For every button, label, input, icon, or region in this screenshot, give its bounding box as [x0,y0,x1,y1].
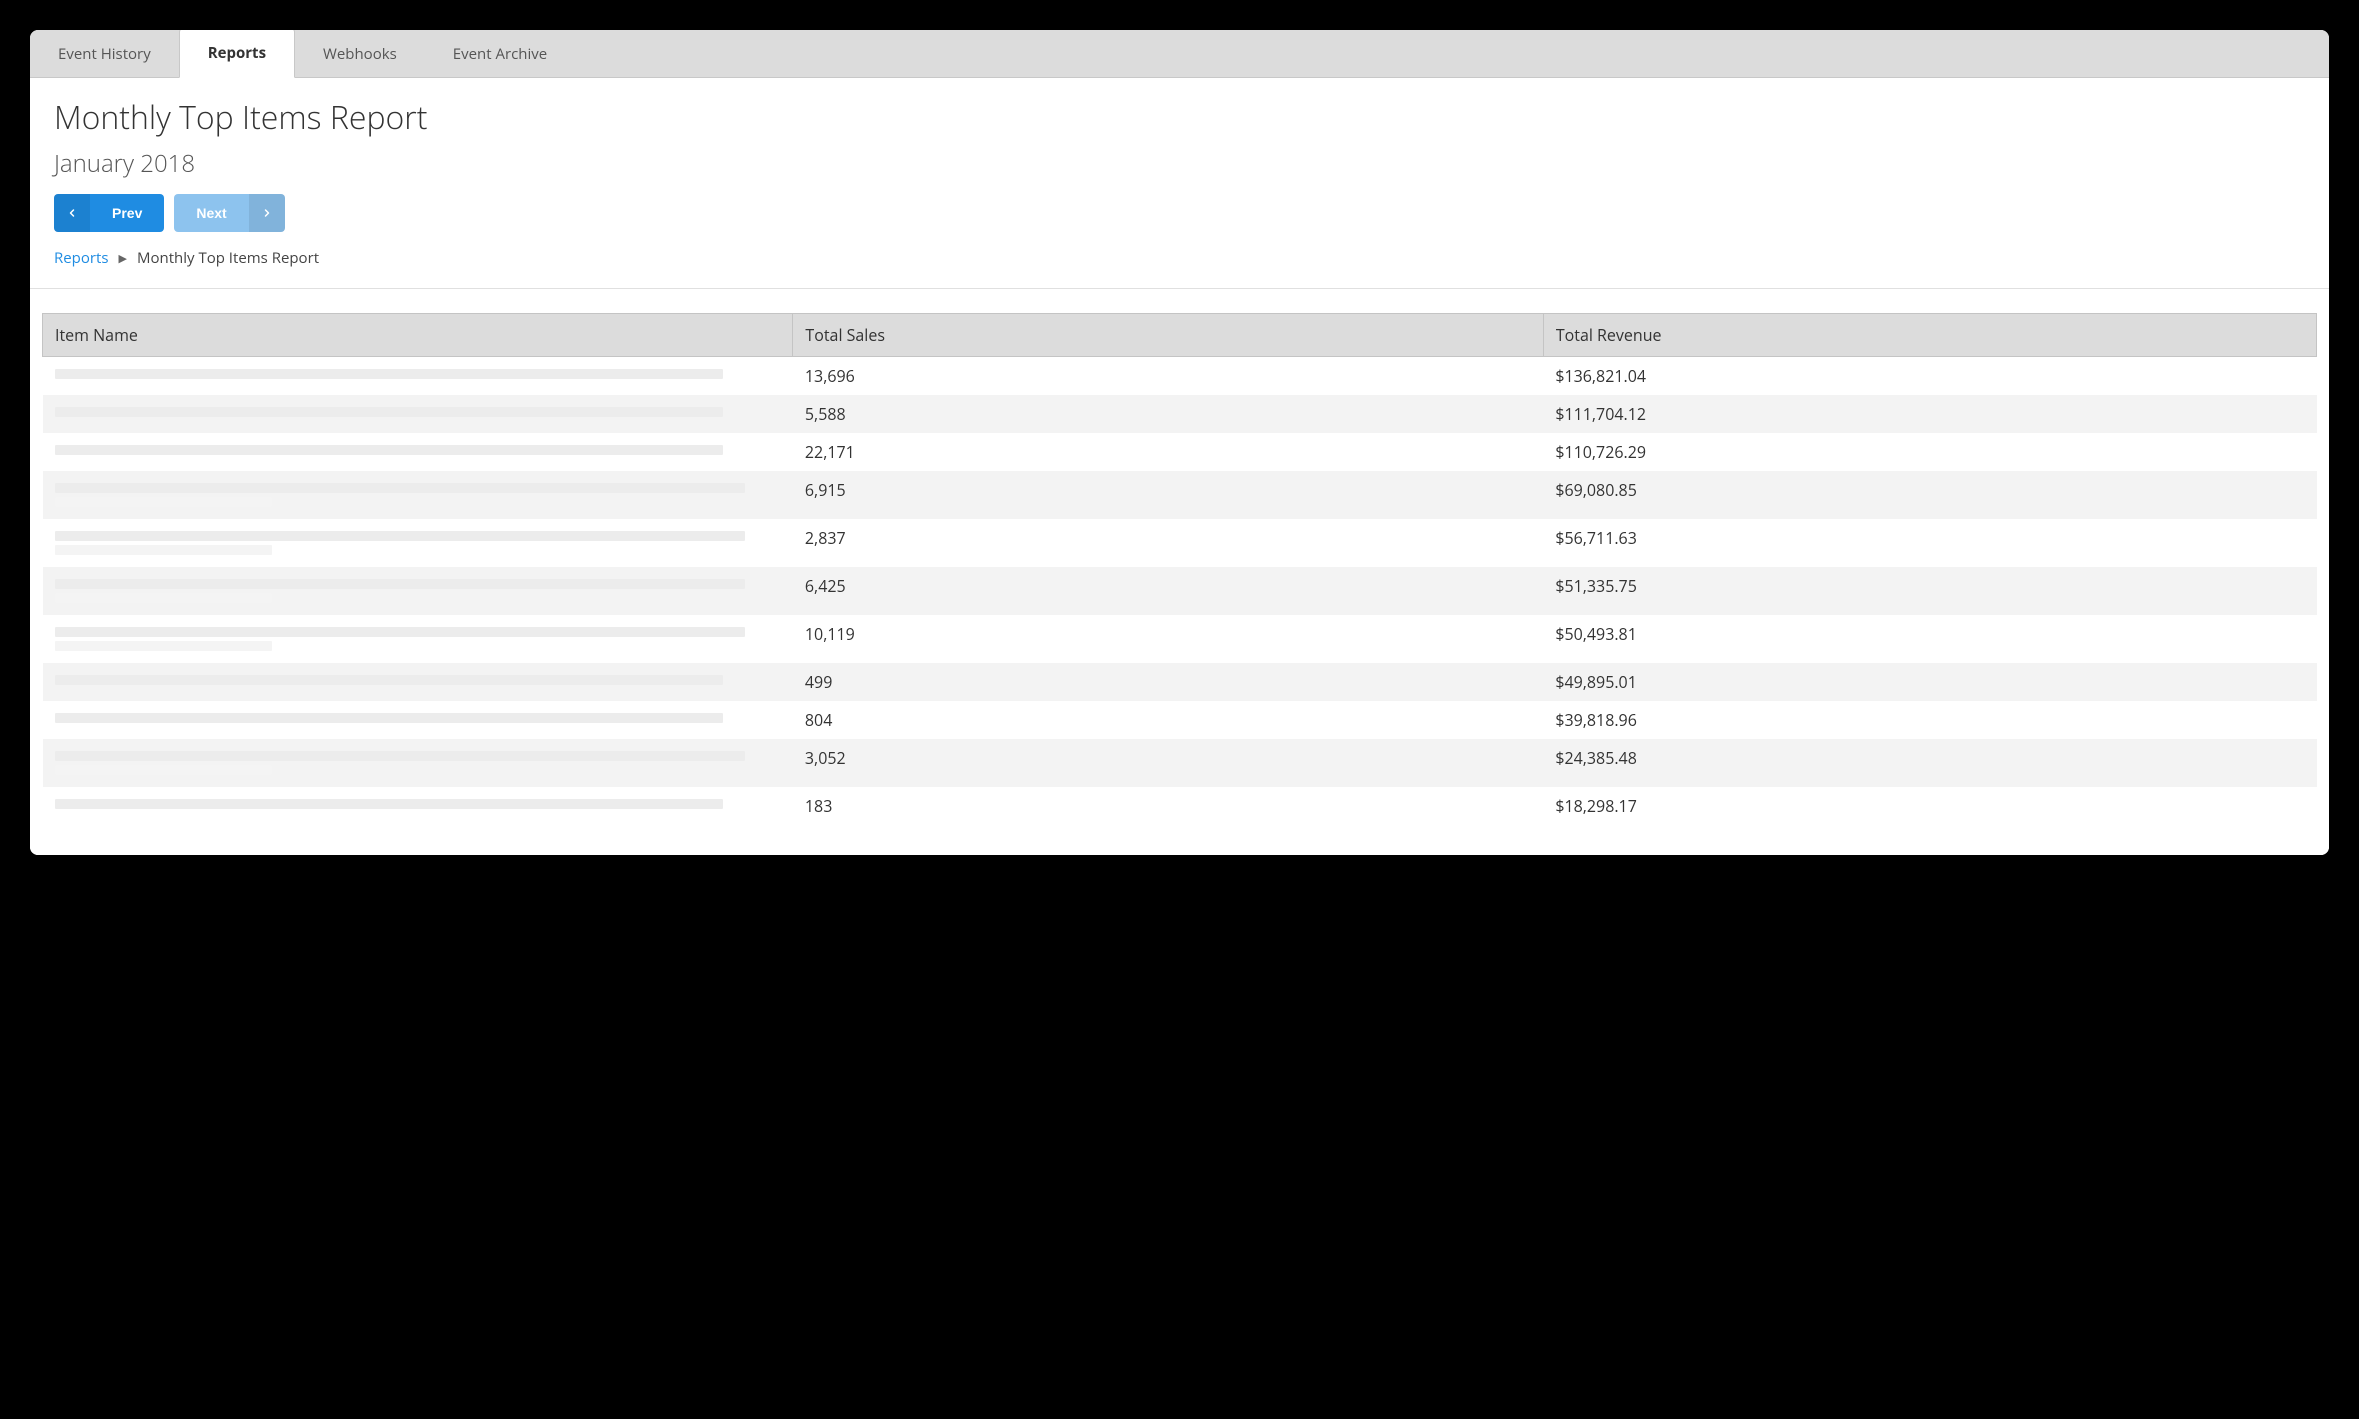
table-row: 13,696$136,821.04 [43,357,2317,396]
cell-item-name [43,787,793,825]
nav-buttons: Prev Next [54,194,2305,232]
cell-total-sales: 5,588 [793,395,1543,433]
cell-total-revenue: $49,895.01 [1543,663,2316,701]
table-row: 3,052$24,385.48 [43,739,2317,787]
cell-total-sales: 2,837 [793,519,1543,567]
arrow-left-icon [54,194,90,232]
table-wrap: Item Name Total Sales Total Revenue 13,6… [30,289,2329,825]
breadcrumb: Reports ▶ Monthly Top Items Report [54,248,2305,268]
cell-total-revenue: $18,298.17 [1543,787,2316,825]
cell-item-name [43,615,793,663]
cell-total-revenue: $69,080.85 [1543,471,2316,519]
cell-item-name [43,663,793,701]
next-button-label: Next [174,205,248,221]
cell-total-revenue: $136,821.04 [1543,357,2316,396]
cell-total-sales: 804 [793,701,1543,739]
next-button[interactable]: Next [174,194,284,232]
tab-webhooks[interactable]: Webhooks [295,30,425,78]
cell-total-revenue: $110,726.29 [1543,433,2316,471]
cell-total-sales: 22,171 [793,433,1543,471]
table-row: 6,425$51,335.75 [43,567,2317,615]
page-title: Monthly Top Items Report [54,96,2305,139]
table-row: 183$18,298.17 [43,787,2317,825]
table-row: 6,915$69,080.85 [43,471,2317,519]
column-header-item-name[interactable]: Item Name [43,314,793,357]
cell-item-name [43,395,793,433]
breadcrumb-current: Monthly Top Items Report [137,248,319,268]
column-header-total-revenue[interactable]: Total Revenue [1543,314,2316,357]
tab-event-history[interactable]: Event History [30,30,179,78]
table-row: 22,171$110,726.29 [43,433,2317,471]
cell-total-sales: 499 [793,663,1543,701]
chevron-right-icon: ▶ [119,251,127,266]
cell-item-name [43,519,793,567]
cell-item-name [43,471,793,519]
page-subtitle: January 2018 [54,147,2305,180]
header-area: Monthly Top Items Report January 2018 Pr… [30,78,2329,289]
report-table-body: 13,696$136,821.045,588$111,704.1222,171$… [43,357,2317,826]
cell-total-sales: 6,425 [793,567,1543,615]
cell-total-revenue: $111,704.12 [1543,395,2316,433]
table-row: 2,837$56,711.63 [43,519,2317,567]
cell-total-sales: 13,696 [793,357,1543,396]
cell-total-revenue: $24,385.48 [1543,739,2316,787]
table-row: 10,119$50,493.81 [43,615,2317,663]
column-header-total-sales[interactable]: Total Sales [793,314,1543,357]
cell-total-revenue: $56,711.63 [1543,519,2316,567]
cell-total-sales: 10,119 [793,615,1543,663]
cell-item-name [43,701,793,739]
cell-item-name [43,357,793,396]
cell-total-sales: 6,915 [793,471,1543,519]
cell-total-sales: 3,052 [793,739,1543,787]
table-row: 499$49,895.01 [43,663,2317,701]
prev-button[interactable]: Prev [54,194,164,232]
cell-item-name [43,739,793,787]
report-window: Event HistoryReportsWebhooksEvent Archiv… [30,30,2329,855]
cell-total-sales: 183 [793,787,1543,825]
cell-item-name [43,433,793,471]
table-row: 804$39,818.96 [43,701,2317,739]
tab-bar: Event HistoryReportsWebhooksEvent Archiv… [30,30,2329,78]
cell-total-revenue: $50,493.81 [1543,615,2316,663]
tab-reports[interactable]: Reports [179,30,295,78]
report-table: Item Name Total Sales Total Revenue 13,6… [42,313,2317,825]
cell-item-name [43,567,793,615]
table-row: 5,588$111,704.12 [43,395,2317,433]
cell-total-revenue: $51,335.75 [1543,567,2316,615]
arrow-right-icon [249,194,285,232]
breadcrumb-root-link[interactable]: Reports [54,248,109,268]
prev-button-label: Prev [90,205,164,221]
torn-edge-decoration [30,825,2329,855]
tab-event-archive[interactable]: Event Archive [425,30,575,78]
cell-total-revenue: $39,818.96 [1543,701,2316,739]
